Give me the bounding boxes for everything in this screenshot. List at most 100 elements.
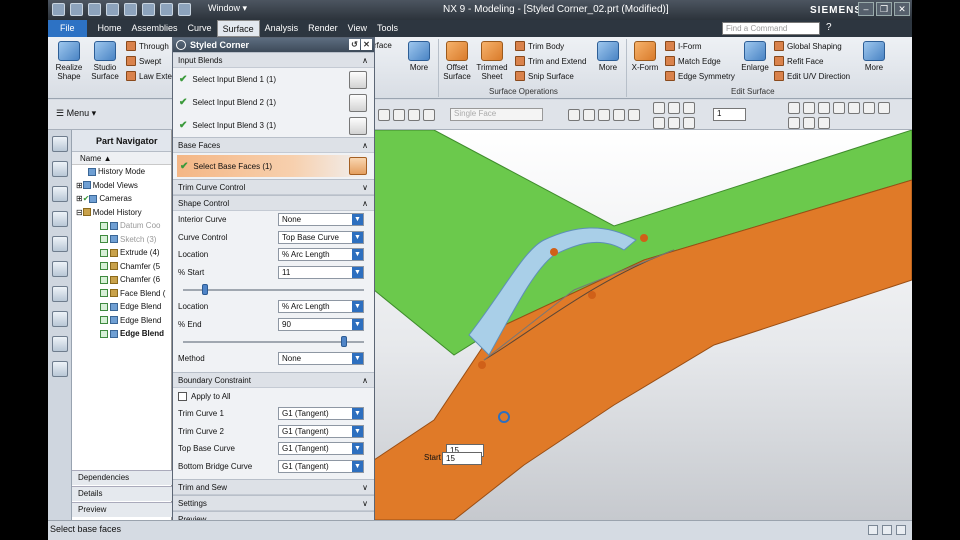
section-shape-control[interactable]: Shape Control ∧ [173, 195, 374, 211]
menu-assemblies[interactable]: Assemblies [127, 20, 183, 37]
law-extension-button[interactable]: Law Exte [126, 71, 172, 81]
restore-button[interactable]: ❐ [876, 2, 892, 16]
checkbox-icon[interactable] [100, 262, 108, 271]
constraint-navigator-icon[interactable] [51, 161, 68, 177]
select-base-faces[interactable]: ✔ Select Base Faces (1) [177, 155, 370, 177]
control-point[interactable] [640, 234, 648, 242]
menu-arrow-icon[interactable]: ▼ [352, 318, 363, 330]
global-shaping-button[interactable]: Global Shaping [774, 41, 842, 51]
pct-end-slider[interactable] [173, 333, 374, 350]
snap-icon[interactable] [378, 109, 390, 121]
trim-curve-2-dropdown[interactable]: G1 (Tangent) ▼ [278, 424, 364, 438]
menu-button[interactable]: ☰ Menu ▾ [56, 108, 96, 119]
location-end-dropdown[interactable]: % Arc Length ▼ [278, 300, 364, 314]
system-scenes-icon[interactable] [51, 361, 68, 377]
window-icon[interactable] [896, 525, 906, 535]
menu-surface[interactable]: Surface [216, 20, 260, 37]
swept-button[interactable]: Swept [126, 56, 161, 66]
graphics-viewport[interactable]: 15 Start 15 [374, 130, 912, 520]
control-point[interactable] [588, 291, 596, 299]
menu-home[interactable]: Home [93, 20, 127, 37]
section-trim-curve-control[interactable]: Trim Curve Control ∨ [173, 179, 374, 195]
help-icon[interactable]: ? [826, 22, 832, 33]
orient-icon[interactable] [788, 117, 800, 129]
trim-extend-button[interactable]: Trim and Extend [515, 56, 586, 66]
checkbox-icon[interactable] [100, 289, 108, 298]
window-menu[interactable]: Window ▾ [208, 3, 247, 14]
select-icon[interactable] [568, 109, 580, 121]
plus-icon[interactable] [668, 117, 680, 129]
apply-to-all-row[interactable]: Apply to All [173, 388, 374, 406]
tree-item-chamfer-6[interactable]: Chamfer (6 [72, 273, 171, 287]
checkbox-icon[interactable] [100, 329, 108, 338]
selection-icon[interactable] [868, 525, 878, 535]
close-icon[interactable]: ✕ [361, 39, 372, 50]
history-icon[interactable] [51, 286, 68, 302]
assembly-navigator-icon[interactable] [51, 136, 68, 152]
undo-icon[interactable] [88, 3, 101, 16]
reuse-library-icon[interactable] [51, 211, 68, 227]
cut-icon[interactable] [124, 3, 137, 16]
section-settings[interactable]: Settings ∨ [173, 495, 374, 511]
tree-item-model-views[interactable]: ⊞ Model Views [72, 179, 171, 193]
file-menu[interactable]: File [48, 20, 87, 37]
menu-render[interactable]: Render [303, 20, 343, 37]
checkbox-icon[interactable] [100, 316, 108, 325]
web-browser-icon[interactable] [51, 261, 68, 277]
save-icon[interactable] [70, 3, 83, 16]
select-face-icon[interactable] [349, 116, 367, 135]
render-icon[interactable] [848, 102, 860, 114]
tree-item-history-mode[interactable]: History Mode [72, 165, 171, 179]
more-button-1[interactable]: More [404, 41, 434, 72]
tree-item-edge-blend-3[interactable]: Edge Blend [72, 327, 171, 341]
box-select-icon[interactable] [583, 109, 595, 121]
through-curves-button[interactable]: Through [126, 41, 169, 51]
copy-icon[interactable] [142, 3, 155, 16]
pct-end-input[interactable]: 90 ▼ [278, 317, 364, 331]
part-navigator-icon[interactable] [51, 186, 68, 202]
trim-curve-1-dropdown[interactable]: G1 (Tangent) ▼ [278, 407, 364, 421]
start-value-input[interactable]: 15 [442, 452, 482, 465]
more-button-3[interactable]: More [860, 41, 888, 72]
intersection-icon[interactable] [683, 117, 695, 129]
tree-item-datum[interactable]: Datum Coo [72, 219, 171, 233]
snip-surface-button[interactable]: Snip Surface [515, 71, 574, 81]
pan-icon[interactable] [818, 102, 830, 114]
tree-item-face-blend[interactable]: Face Blend ( [72, 287, 171, 301]
minimize-button[interactable]: – [858, 2, 874, 16]
repeat-icon[interactable] [178, 3, 191, 16]
menu-arrow-icon[interactable]: ▼ [352, 266, 363, 278]
checkbox-icon[interactable] [100, 248, 108, 257]
trim-body-button[interactable]: Trim Body [515, 41, 564, 51]
checkbox-icon[interactable] [100, 275, 108, 284]
studio-surface-button[interactable]: Studio Surface [88, 41, 122, 81]
more-button-2[interactable]: More [594, 41, 622, 72]
menu-curve[interactable]: Curve [183, 20, 217, 37]
slider-thumb[interactable] [202, 284, 209, 295]
select-input-blend-3[interactable]: ✔ Select Input Blend 3 (1) [173, 114, 374, 137]
realize-shape-button[interactable]: Realize Shape [52, 41, 86, 81]
details-panel[interactable]: Details [72, 486, 172, 501]
pct-start-input[interactable]: 11 ▼ [278, 265, 364, 279]
menu-analysis[interactable]: Analysis [260, 20, 304, 37]
zoom-icon[interactable] [833, 102, 845, 114]
interior-curve-dropdown[interactable]: None ▼ [278, 213, 364, 227]
checkbox-icon[interactable] [100, 302, 108, 311]
tree-item-cameras[interactable]: ⊞ ✔ Cameras [72, 192, 171, 206]
section-base-faces[interactable]: Base Faces ∧ [173, 137, 374, 153]
edge-symmetry-button[interactable]: Edge Symmetry [665, 71, 735, 81]
section-icon[interactable] [863, 102, 875, 114]
method-dropdown[interactable]: None ▼ [278, 352, 364, 366]
trimmed-sheet-button[interactable]: Trimmed Sheet [475, 41, 509, 81]
iform-button[interactable]: I-Form [665, 41, 702, 51]
midpoint-icon[interactable] [683, 102, 695, 114]
section-input-blends[interactable]: Input Blends ∧ [173, 52, 374, 68]
tree-item-sketch[interactable]: Sketch (3) [72, 233, 171, 247]
apply-to-all-checkbox[interactable] [178, 391, 187, 401]
selection-filter-dropdown[interactable]: Single Face [450, 108, 543, 121]
location-start-dropdown[interactable]: % Arc Length ▼ [278, 248, 364, 262]
xform-button[interactable]: X-Form [630, 41, 660, 72]
layer-icon[interactable] [423, 109, 435, 121]
match-edge-button[interactable]: Match Edge [665, 56, 721, 66]
tree-item-chamfer-5[interactable]: Chamfer (5 [72, 260, 171, 274]
